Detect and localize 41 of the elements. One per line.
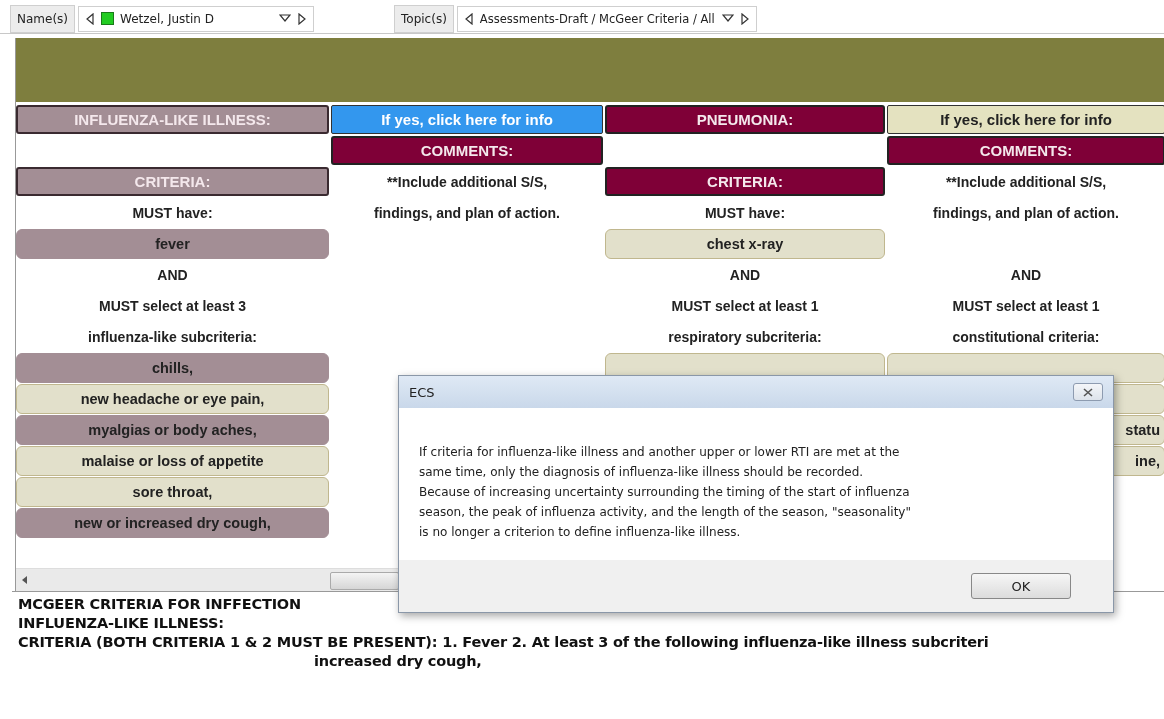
option-button[interactable]: chills, bbox=[16, 352, 329, 383]
topics-label: Topic(s) bbox=[394, 4, 454, 33]
note-text: INFLUENZA-LIKE ILLNESS: bbox=[18, 614, 225, 633]
option-button[interactable]: chest x-ray bbox=[605, 228, 885, 259]
criteria-text: respiratory subcriteria: bbox=[667, 327, 823, 347]
dialog-message: If criteria for influenza-like illness and another upper or lower RTI are met at the same time, only the diagnosis of influenza-like illness should be recorded. Because of increasing uncertainty surrounding the timing of the start of influenza season, the peak of influenza activity, and the length of the season, "seasonality" is no longer a criterion to define influenza-like illness. bbox=[419, 444, 912, 541]
criteria-text: constitutional criteria: bbox=[951, 327, 1101, 347]
criteria-text: **Include additional S/S, bbox=[385, 172, 549, 192]
criteria-text: findings, and plan of action. bbox=[932, 203, 1120, 223]
note-text: MCGEER CRITERIA FOR INFFECTION bbox=[18, 595, 302, 614]
criteria-text: AND bbox=[728, 265, 762, 285]
criteria-text: influenza-like subcriteria: bbox=[87, 327, 258, 347]
criteria-text: AND bbox=[1009, 265, 1043, 285]
section-header: CRITERIA: bbox=[605, 167, 885, 196]
criteria-text: MUST select at least 1 bbox=[951, 296, 1101, 316]
topic-dropdown[interactable]: Assessments-Draft / McGeer Criteria / All bbox=[456, 5, 757, 32]
criteria-text: **Include additional S/S, bbox=[944, 172, 1108, 192]
criteria-text: findings, and plan of action. bbox=[373, 203, 561, 223]
option-button[interactable]: sore throat, bbox=[16, 476, 329, 507]
option-button[interactable]: fever bbox=[16, 228, 329, 259]
note-text: CRITERIA (BOTH CRITERIA 1 & 2 MUST BE PRESENT): 1. Fever 2. At least 3 of the following influenza-like illness subcriteri bbox=[18, 633, 990, 652]
dialog-title: ECS bbox=[409, 384, 435, 400]
info-button[interactable]: If yes, click here for info bbox=[887, 105, 1164, 134]
criteria-text: MUST select at least 1 bbox=[670, 296, 820, 316]
option-button[interactable]: new or increased dry cough, bbox=[16, 507, 329, 538]
section-header: COMMENTS: bbox=[887, 136, 1164, 165]
names-label: Name(s) bbox=[10, 4, 76, 33]
option-button[interactable]: myalgias or body aches, bbox=[16, 414, 329, 445]
ok-button[interactable]: OK bbox=[971, 573, 1071, 599]
note-text: increased dry cough, bbox=[314, 653, 482, 669]
criteria-text: MUST have: bbox=[703, 203, 787, 223]
section-header: COMMENTS: bbox=[331, 136, 603, 165]
section-header: CRITERIA: bbox=[16, 167, 329, 196]
option-button[interactable]: new headache or eye pain, bbox=[16, 383, 329, 414]
name-dropdown[interactable]: Wetzel, Justin D bbox=[78, 5, 315, 32]
section-header: INFLUENZA-LIKE ILLNESS: bbox=[16, 105, 329, 134]
criteria-text: MUST have: bbox=[131, 203, 214, 223]
option-button[interactable]: malaise or loss of appetite bbox=[16, 445, 329, 476]
section-header: PNEUMONIA: bbox=[605, 105, 885, 134]
criteria-text: MUST select at least 3 bbox=[97, 296, 248, 316]
criteria-text: AND bbox=[156, 265, 189, 285]
